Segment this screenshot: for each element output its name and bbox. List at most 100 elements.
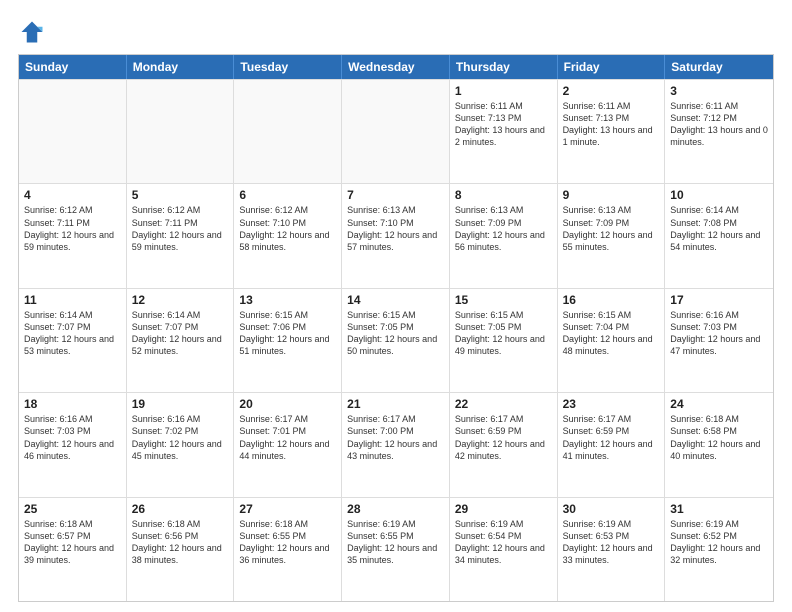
cell-details: Sunrise: 6:13 AMSunset: 7:10 PMDaylight:… bbox=[347, 204, 444, 253]
day-number: 6 bbox=[239, 188, 336, 202]
cell-details: Sunrise: 6:15 AMSunset: 7:05 PMDaylight:… bbox=[455, 309, 552, 358]
day-number: 11 bbox=[24, 293, 121, 307]
calendar-cell: 17 Sunrise: 6:16 AMSunset: 7:03 PMDayligh… bbox=[665, 289, 773, 392]
cell-details: Sunrise: 6:18 AMSunset: 6:56 PMDaylight:… bbox=[132, 518, 229, 567]
cell-details: Sunrise: 6:12 AMSunset: 7:11 PMDaylight:… bbox=[24, 204, 121, 253]
calendar-cell: 5Sunrise: 6:12 AMSunset: 7:11 PMDaylight… bbox=[127, 184, 235, 287]
calendar-cell bbox=[342, 80, 450, 183]
calendar-cell: 19 Sunrise: 6:16 AMSunset: 7:02 PMDayligh… bbox=[127, 393, 235, 496]
calendar: SundayMondayTuesdayWednesdayThursdayFrid… bbox=[18, 54, 774, 602]
calendar-row-2: 11 Sunrise: 6:14 AMSunset: 7:07 PMDayligh… bbox=[19, 288, 773, 392]
calendar-cell: 23 Sunrise: 6:17 AMSunset: 6:59 PMDayligh… bbox=[558, 393, 666, 496]
cell-details: Sunrise: 6:12 AMSunset: 7:10 PMDaylight:… bbox=[239, 204, 336, 253]
day-number: 25 bbox=[24, 502, 121, 516]
cell-details: Sunrise: 6:15 AMSunset: 7:04 PMDaylight:… bbox=[563, 309, 660, 358]
cell-details: Sunrise: 6:13 AMSunset: 7:09 PMDaylight:… bbox=[455, 204, 552, 253]
calendar-cell: 16Sunrise: 6:15 AMSunset: 7:04 PMDayligh… bbox=[558, 289, 666, 392]
calendar-cell: 4Sunrise: 6:12 AMSunset: 7:11 PMDaylight… bbox=[19, 184, 127, 287]
cell-details: Sunrise: 6:19 AMSunset: 6:54 PMDaylight:… bbox=[455, 518, 552, 567]
cell-details: Sunrise: 6:14 AMSunset: 7:07 PMDaylight:… bbox=[24, 309, 121, 358]
header-day-sunday: Sunday bbox=[19, 55, 127, 79]
day-number: 26 bbox=[132, 502, 229, 516]
cell-details: Sunrise: 6:11 AMSunset: 7:12 PMDaylight:… bbox=[670, 100, 768, 149]
calendar-row-1: 4Sunrise: 6:12 AMSunset: 7:11 PMDaylight… bbox=[19, 183, 773, 287]
calendar-cell: 2 Sunrise: 6:11 AMSunset: 7:13 PMDaylight… bbox=[558, 80, 666, 183]
cell-details: Sunrise: 6:16 AMSunset: 7:02 PMDaylight:… bbox=[132, 413, 229, 462]
cell-details: Sunrise: 6:18 AMSunset: 6:58 PMDaylight:… bbox=[670, 413, 768, 462]
day-number: 27 bbox=[239, 502, 336, 516]
calendar-cell: 24 Sunrise: 6:18 AMSunset: 6:58 PMDayligh… bbox=[665, 393, 773, 496]
header-day-monday: Monday bbox=[127, 55, 235, 79]
calendar-cell: 7Sunrise: 6:13 AMSunset: 7:10 PMDaylight… bbox=[342, 184, 450, 287]
calendar-cell: 15 Sunrise: 6:15 AMSunset: 7:05 PMDayligh… bbox=[450, 289, 558, 392]
calendar-cell: 22Sunrise: 6:17 AMSunset: 6:59 PMDayligh… bbox=[450, 393, 558, 496]
calendar-cell: 12 Sunrise: 6:14 AMSunset: 7:07 PMDayligh… bbox=[127, 289, 235, 392]
calendar-cell bbox=[127, 80, 235, 183]
cell-details: Sunrise: 6:14 AMSunset: 7:07 PMDaylight:… bbox=[132, 309, 229, 358]
cell-details: Sunrise: 6:13 AMSunset: 7:09 PMDaylight:… bbox=[563, 204, 660, 253]
day-number: 17 bbox=[670, 293, 768, 307]
calendar-cell bbox=[234, 80, 342, 183]
cell-details: Sunrise: 6:16 AMSunset: 7:03 PMDaylight:… bbox=[24, 413, 121, 462]
day-number: 14 bbox=[347, 293, 444, 307]
cell-details: Sunrise: 6:14 AMSunset: 7:08 PMDaylight:… bbox=[670, 204, 768, 253]
logo-icon bbox=[18, 18, 46, 46]
day-number: 24 bbox=[670, 397, 768, 411]
cell-details: Sunrise: 6:18 AMSunset: 6:57 PMDaylight:… bbox=[24, 518, 121, 567]
day-number: 30 bbox=[563, 502, 660, 516]
calendar-cell: 11 Sunrise: 6:14 AMSunset: 7:07 PMDayligh… bbox=[19, 289, 127, 392]
day-number: 18 bbox=[24, 397, 121, 411]
cell-details: Sunrise: 6:11 AMSunset: 7:13 PMDaylight:… bbox=[455, 100, 552, 149]
cell-details: Sunrise: 6:12 AMSunset: 7:11 PMDaylight:… bbox=[132, 204, 229, 253]
calendar-cell: 25 Sunrise: 6:18 AMSunset: 6:57 PMDayligh… bbox=[19, 498, 127, 601]
cell-details: Sunrise: 6:15 AMSunset: 7:06 PMDaylight:… bbox=[239, 309, 336, 358]
cell-details: Sunrise: 6:11 AMSunset: 7:13 PMDaylight:… bbox=[563, 100, 660, 149]
calendar-cell: 18 Sunrise: 6:16 AMSunset: 7:03 PMDayligh… bbox=[19, 393, 127, 496]
day-number: 20 bbox=[239, 397, 336, 411]
calendar-cell: 28 Sunrise: 6:19 AMSunset: 6:55 PMDayligh… bbox=[342, 498, 450, 601]
day-number: 10 bbox=[670, 188, 768, 202]
header-day-friday: Friday bbox=[558, 55, 666, 79]
cell-details: Sunrise: 6:19 AMSunset: 6:55 PMDaylight:… bbox=[347, 518, 444, 567]
calendar-row-3: 18 Sunrise: 6:16 AMSunset: 7:03 PMDayligh… bbox=[19, 392, 773, 496]
calendar-row-4: 25 Sunrise: 6:18 AMSunset: 6:57 PMDayligh… bbox=[19, 497, 773, 601]
calendar-cell: 29 Sunrise: 6:19 AMSunset: 6:54 PMDayligh… bbox=[450, 498, 558, 601]
day-number: 13 bbox=[239, 293, 336, 307]
day-number: 21 bbox=[347, 397, 444, 411]
cell-details: Sunrise: 6:15 AMSunset: 7:05 PMDaylight:… bbox=[347, 309, 444, 358]
day-number: 3 bbox=[670, 84, 768, 98]
header bbox=[18, 18, 774, 46]
calendar-cell: 30 Sunrise: 6:19 AMSunset: 6:53 PMDayligh… bbox=[558, 498, 666, 601]
day-number: 29 bbox=[455, 502, 552, 516]
header-day-tuesday: Tuesday bbox=[234, 55, 342, 79]
calendar-cell: 21 Sunrise: 6:17 AMSunset: 7:00 PMDayligh… bbox=[342, 393, 450, 496]
day-number: 28 bbox=[347, 502, 444, 516]
day-number: 31 bbox=[670, 502, 768, 516]
day-number: 15 bbox=[455, 293, 552, 307]
day-number: 8 bbox=[455, 188, 552, 202]
header-day-wednesday: Wednesday bbox=[342, 55, 450, 79]
logo bbox=[18, 18, 50, 46]
day-number: 22 bbox=[455, 397, 552, 411]
cell-details: Sunrise: 6:19 AMSunset: 6:52 PMDaylight:… bbox=[670, 518, 768, 567]
calendar-cell: 13 Sunrise: 6:15 AMSunset: 7:06 PMDayligh… bbox=[234, 289, 342, 392]
cell-details: Sunrise: 6:17 AMSunset: 6:59 PMDaylight:… bbox=[563, 413, 660, 462]
day-number: 19 bbox=[132, 397, 229, 411]
day-number: 23 bbox=[563, 397, 660, 411]
calendar-header: SundayMondayTuesdayWednesdayThursdayFrid… bbox=[19, 55, 773, 79]
day-number: 12 bbox=[132, 293, 229, 307]
calendar-cell: 10 Sunrise: 6:14 AMSunset: 7:08 PMDayligh… bbox=[665, 184, 773, 287]
cell-details: Sunrise: 6:17 AMSunset: 7:00 PMDaylight:… bbox=[347, 413, 444, 462]
day-number: 9 bbox=[563, 188, 660, 202]
calendar-cell: 6 Sunrise: 6:12 AMSunset: 7:10 PMDaylight… bbox=[234, 184, 342, 287]
day-number: 2 bbox=[563, 84, 660, 98]
cell-details: Sunrise: 6:19 AMSunset: 6:53 PMDaylight:… bbox=[563, 518, 660, 567]
day-number: 1 bbox=[455, 84, 552, 98]
cell-details: Sunrise: 6:17 AMSunset: 7:01 PMDaylight:… bbox=[239, 413, 336, 462]
calendar-cell: 9 Sunrise: 6:13 AMSunset: 7:09 PMDaylight… bbox=[558, 184, 666, 287]
calendar-cell bbox=[19, 80, 127, 183]
calendar-cell: 27Sunrise: 6:18 AMSunset: 6:55 PMDayligh… bbox=[234, 498, 342, 601]
calendar-body: 1 Sunrise: 6:11 AMSunset: 7:13 PMDaylight… bbox=[19, 79, 773, 601]
cell-details: Sunrise: 6:16 AMSunset: 7:03 PMDaylight:… bbox=[670, 309, 768, 358]
calendar-cell: 31 Sunrise: 6:19 AMSunset: 6:52 PMDayligh… bbox=[665, 498, 773, 601]
